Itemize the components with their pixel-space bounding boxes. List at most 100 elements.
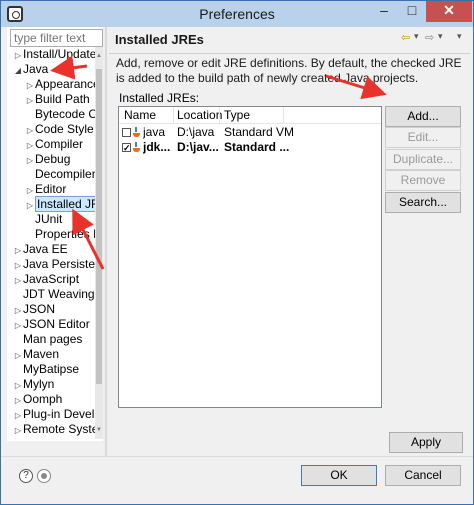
- tree-item-label: Code Style: [35, 122, 94, 136]
- tree-item[interactable]: ▷ JSON: [13, 302, 55, 317]
- tree-item[interactable]: ▷ Plug-in Devel: [13, 407, 94, 422]
- tree-item[interactable]: ▷ JSON Editor: [13, 317, 90, 332]
- tree-item[interactable]: JUnit: [25, 212, 62, 227]
- tree-item-label: JUnit: [35, 212, 63, 226]
- jre-checkbox[interactable]: ✓: [122, 143, 131, 153]
- view-menu-icon[interactable]: ▾: [457, 31, 462, 42]
- tree-item-label: Properties I: [35, 227, 95, 241]
- expand-arrow-icon[interactable]: ▷: [25, 78, 35, 93]
- tree-item[interactable]: ▷ Build Path: [25, 92, 90, 107]
- tree-item[interactable]: Bytecode C: [25, 107, 95, 122]
- tree-item[interactable]: ▷ Appearance: [25, 77, 95, 92]
- scroll-down-icon[interactable]: ▼: [96, 427, 102, 435]
- tree-item-label: JSON Editor: [23, 317, 90, 331]
- footer-separator: [1, 456, 473, 457]
- expand-arrow-icon[interactable]: ▷: [13, 348, 23, 363]
- column-divider[interactable]: [173, 107, 174, 123]
- table-row[interactable]: ✓ jdk... D:\jav... Standard ...: [119, 139, 381, 155]
- apply-button[interactable]: Apply: [389, 432, 463, 453]
- tree-item[interactable]: Decompiler: [25, 167, 95, 182]
- back-menu-icon[interactable]: ▾: [414, 31, 419, 42]
- close-button[interactable]: ✕: [426, 1, 472, 22]
- expand-arrow-icon[interactable]: ▷: [25, 153, 35, 168]
- ok-button[interactable]: OK: [301, 465, 377, 486]
- tree-item[interactable]: ◢ Java: [13, 62, 48, 77]
- column-divider[interactable]: [219, 107, 220, 123]
- forward-arrow-icon[interactable]: ⇨: [425, 31, 434, 44]
- tree-item[interactable]: ▷ Java EE: [13, 242, 68, 257]
- expand-arrow-icon[interactable]: ▷: [13, 393, 23, 408]
- table-row[interactable]: java D:\java Standard VM: [119, 124, 381, 140]
- tree-item[interactable]: ▷ Maven: [13, 347, 59, 362]
- page-title: Installed JREs: [115, 32, 204, 47]
- tree-scrollbar[interactable]: ▲ ▼: [95, 47, 103, 439]
- edit-button[interactable]: Edit...: [385, 127, 461, 148]
- tree-item[interactable]: ▷ Editor: [25, 182, 66, 197]
- tree-item[interactable]: ▷ JavaScript: [13, 272, 79, 287]
- maximize-button[interactable]: □: [398, 1, 426, 22]
- duplicate-button[interactable]: Duplicate...: [385, 149, 461, 170]
- tree-item-label: Bytecode C: [35, 107, 95, 121]
- tree-item-label: MyBatipse: [23, 362, 80, 376]
- expand-arrow-icon[interactable]: ▷: [13, 273, 23, 288]
- scrollbar-thumb[interactable]: [96, 69, 102, 384]
- expand-arrow-icon[interactable]: ▷: [13, 303, 23, 318]
- expand-arrow-icon[interactable]: ▷: [13, 48, 23, 63]
- tree-item-label: Editor: [35, 182, 67, 196]
- tree-item[interactable]: ▷ Install/Update: [13, 47, 95, 62]
- tree-item-label: Oomph: [23, 392, 63, 406]
- tree-item[interactable]: Man pages: [13, 332, 82, 347]
- tree-item[interactable]: ▷ Debug: [25, 152, 70, 167]
- jre-name: jdk...: [143, 140, 171, 154]
- tree-item[interactable]: JDT Weaving: [13, 287, 95, 302]
- column-divider[interactable]: [283, 107, 284, 123]
- expand-arrow-icon[interactable]: ▷: [25, 198, 35, 213]
- title-bar[interactable]: Preferences – □ ✕: [1, 1, 473, 27]
- minimize-button[interactable]: –: [370, 1, 398, 22]
- tree-item[interactable]: ▷ Installed JR: [25, 196, 95, 213]
- column-header-name[interactable]: Name: [124, 108, 156, 122]
- expand-arrow-icon[interactable]: ▷: [13, 258, 23, 273]
- expand-arrow-icon[interactable]: ▷: [13, 423, 23, 438]
- tree-item-label: Install/Update: [23, 47, 95, 61]
- tree-item[interactable]: Properties I: [25, 227, 95, 242]
- record-icon[interactable]: [37, 469, 51, 483]
- expand-arrow-icon[interactable]: ▷: [25, 183, 35, 198]
- tree-item[interactable]: ▷ Oomph: [13, 392, 62, 407]
- tree-item[interactable]: ▷ Mylyn: [13, 377, 54, 392]
- expand-arrow-icon[interactable]: ▷: [25, 138, 35, 153]
- help-icon[interactable]: ?: [19, 469, 33, 483]
- table-header: Name Location Type: [119, 107, 381, 124]
- cancel-button[interactable]: Cancel: [385, 465, 461, 486]
- tree-item-label: Installed JR: [35, 196, 95, 212]
- tree-item-label: Man pages: [23, 332, 83, 346]
- column-header-location[interactable]: Location: [177, 108, 222, 122]
- jre-checkbox[interactable]: [122, 128, 131, 137]
- tree-item[interactable]: ▷ Compiler: [25, 137, 83, 152]
- filter-input[interactable]: [10, 29, 103, 47]
- column-header-type[interactable]: Type: [224, 108, 250, 122]
- add-button[interactable]: Add...: [385, 106, 461, 127]
- expand-arrow-icon[interactable]: ▷: [25, 93, 35, 108]
- tree-item[interactable]: ▷ Java Persisten: [13, 257, 95, 272]
- tree-item-label: Plug-in Devel: [23, 407, 95, 421]
- tree-item[interactable]: ▷ Remote Syste: [13, 422, 95, 437]
- back-arrow-icon[interactable]: ⇦: [401, 31, 410, 44]
- scroll-up-icon[interactable]: ▲: [96, 53, 102, 61]
- tree-item-label: Java EE: [23, 242, 68, 256]
- expand-arrow-icon[interactable]: ▷: [13, 318, 23, 333]
- tree-item[interactable]: ▷ Code Style: [25, 122, 94, 137]
- tree-item-label: JavaScript: [23, 272, 80, 286]
- page-navigation: ⇦ ▾ ⇨ ▾ ▾: [401, 31, 469, 47]
- search-button[interactable]: Search...: [385, 192, 461, 213]
- expand-arrow-icon[interactable]: ▷: [13, 378, 23, 393]
- tree-item[interactable]: MyBatipse: [13, 362, 79, 377]
- installed-jres-label: Installed JREs:: [119, 91, 200, 105]
- collapse-arrow-icon[interactable]: ◢: [13, 63, 23, 78]
- pane-divider[interactable]: [105, 27, 107, 457]
- expand-arrow-icon[interactable]: ▷: [13, 408, 23, 423]
- remove-button[interactable]: Remove: [385, 170, 461, 191]
- expand-arrow-icon[interactable]: ▷: [25, 123, 35, 138]
- forward-menu-icon[interactable]: ▾: [438, 31, 443, 42]
- expand-arrow-icon[interactable]: ▷: [13, 243, 23, 258]
